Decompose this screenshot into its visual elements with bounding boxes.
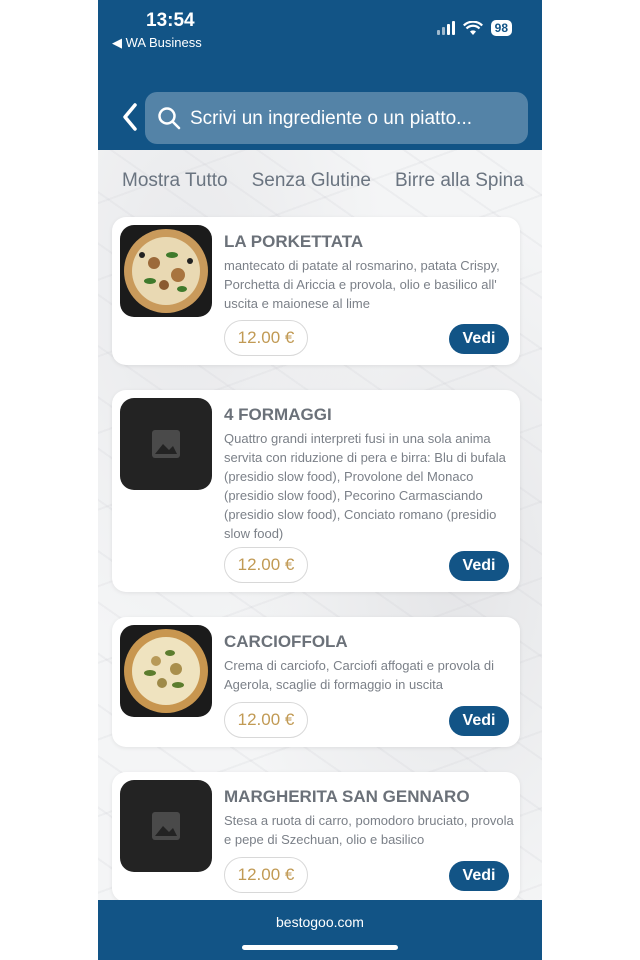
item-photo (120, 225, 212, 317)
tab-mostra-tutto[interactable]: Mostra Tutto (122, 170, 228, 192)
item-title: CARCIOFFOLA (224, 632, 348, 651)
wifi-icon (462, 20, 483, 35)
placeholder-image-icon (152, 812, 180, 840)
item-title: MARGHERITA SAN GENNARO (224, 787, 470, 806)
search-icon (158, 107, 181, 130)
phone-screen: 13:54 ◀ WA Business 98 Scrivi un ingredi… (98, 0, 542, 960)
item-price: 12.00 € (224, 320, 308, 356)
status-icons: 98 (436, 20, 512, 36)
tab-birre-alla-spina[interactable]: Birre alla Spina (395, 170, 524, 192)
signal-icon (436, 21, 455, 35)
menu-item-card[interactable]: MARGHERITA SAN GENNARO Stesa a ruota di … (112, 772, 520, 902)
item-photo (120, 625, 212, 717)
footer-bar: bestogoo.com (98, 900, 542, 960)
item-title: LA PORKETTATA (224, 232, 364, 251)
search-placeholder: Scrivi un ingrediente o un piatto... (190, 108, 473, 129)
search-input[interactable]: Scrivi un ingrediente o un piatto... (145, 92, 528, 144)
item-description: Crema di carciofo, Carciofi affogati e p… (224, 658, 494, 692)
vedi-button[interactable]: Vedi (449, 706, 509, 736)
item-description: Quattro grandi interpreti fusi in una so… (224, 431, 506, 541)
vedi-button[interactable]: Vedi (449, 861, 509, 891)
battery-indicator: 98 (490, 20, 512, 36)
item-photo-placeholder (120, 398, 212, 490)
item-price: 12.00 € (224, 702, 308, 738)
vedi-button[interactable]: Vedi (449, 551, 509, 581)
item-price: 12.00 € (224, 547, 308, 583)
back-chevron-icon[interactable] (120, 102, 140, 132)
header-bar: 13:54 ◀ WA Business 98 Scrivi un ingredi… (98, 0, 542, 150)
tab-senza-glutine[interactable]: Senza Glutine (252, 170, 371, 192)
placeholder-image-icon (152, 430, 180, 458)
item-title: 4 FORMAGGI (224, 405, 332, 424)
item-description: Stesa a ruota di carro, pomodoro bruciat… (224, 813, 514, 847)
category-tabs: Mostra Tutto Senza Glutine Birre alla Spin… (98, 170, 542, 202)
menu-item-card[interactable]: 4 FORMAGGI Quattro grandi interpreti fus… (112, 390, 520, 592)
footer-website-link[interactable]: bestogoo.com (98, 914, 542, 930)
home-indicator[interactable] (242, 945, 398, 950)
back-to-app-link[interactable]: ◀ WA Business (112, 35, 202, 51)
menu-item-card[interactable]: LA PORKETTATA mantecato di patate al ros… (112, 217, 520, 365)
item-photo-placeholder (120, 780, 212, 872)
item-price: 12.00 € (224, 857, 308, 893)
item-description: mantecato di patate al rosmarino, patata… (224, 258, 500, 311)
vedi-button[interactable]: Vedi (449, 324, 509, 354)
menu-item-card[interactable]: CARCIOFFOLA Crema di carciofo, Carciofi … (112, 617, 520, 747)
status-time: 13:54 (146, 10, 195, 31)
